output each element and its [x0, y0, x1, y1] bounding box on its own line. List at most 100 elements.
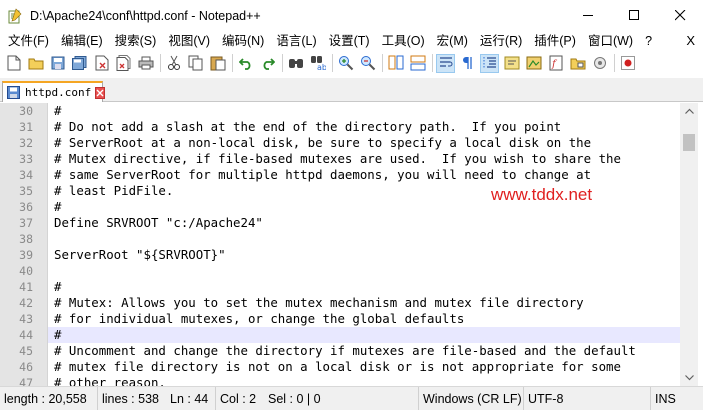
- line-number: 45: [19, 344, 33, 358]
- close-icon[interactable]: [92, 54, 111, 73]
- notepad-plus-plus-icon: [7, 7, 23, 24]
- status-encoding[interactable]: UTF-8: [524, 386, 651, 410]
- menu-encoding[interactable]: 编码(N): [216, 31, 270, 51]
- code-line[interactable]: # for individual mutexes, or change the …: [48, 311, 680, 327]
- status-lines: lines : 538: [102, 391, 159, 406]
- code-line[interactable]: # other reason.: [48, 375, 680, 386]
- line-number: 41: [19, 280, 33, 294]
- toolbar: ab f: [0, 51, 703, 75]
- print-icon[interactable]: [136, 54, 155, 73]
- copy-icon[interactable]: [186, 54, 205, 73]
- tab-httpd-conf[interactable]: httpd.conf: [2, 81, 106, 102]
- doc-map-icon[interactable]: [524, 54, 543, 73]
- menu-plugins[interactable]: 插件(P): [528, 31, 582, 51]
- line-number: 36: [19, 200, 33, 214]
- cut-icon[interactable]: [164, 54, 183, 73]
- redo-icon[interactable]: [258, 54, 277, 73]
- sync-horizontal-icon[interactable]: [408, 54, 427, 73]
- folder-workspace-icon[interactable]: [568, 54, 587, 73]
- line-number: 37: [19, 216, 33, 230]
- line-number: 35: [19, 184, 33, 198]
- line-number: 33: [19, 152, 33, 166]
- scroll-down-arrow-icon[interactable]: [680, 370, 698, 386]
- menu-edit[interactable]: 编辑(E): [55, 31, 109, 51]
- code-line[interactable]: Define SRVROOT "c:/Apache24": [48, 215, 680, 231]
- open-file-icon[interactable]: [26, 54, 45, 73]
- menu-search[interactable]: 搜索(S): [109, 31, 163, 51]
- toolbar-separator: [160, 54, 161, 72]
- code-line[interactable]: # same ServerRoot for multiple httpd dae…: [48, 167, 680, 183]
- new-file-icon[interactable]: [4, 54, 23, 73]
- vertical-scrollbar[interactable]: [680, 103, 698, 386]
- menu-file[interactable]: 文件(F): [2, 31, 55, 51]
- code-line[interactable]: #: [48, 103, 680, 119]
- save-all-icon[interactable]: [70, 54, 89, 73]
- line-number: 30: [19, 104, 33, 118]
- zoom-out-icon[interactable]: [358, 54, 377, 73]
- show-all-chars-icon[interactable]: [458, 54, 477, 73]
- code-line[interactable]: [48, 231, 680, 247]
- code-line[interactable]: # Mutex directive, if file-based mutexes…: [48, 151, 680, 167]
- sync-vertical-icon[interactable]: [386, 54, 405, 73]
- code-line[interactable]: # mutex file directory is not on a local…: [48, 359, 680, 375]
- paste-icon[interactable]: [208, 54, 227, 73]
- title-bar: D:\Apache24\conf\httpd.conf - Notepad++: [0, 0, 703, 31]
- status-eol-format[interactable]: Windows (CR LF): [419, 386, 524, 410]
- menu-view[interactable]: 视图(V): [162, 31, 216, 51]
- close-document-button[interactable]: X: [686, 31, 695, 51]
- menu-language[interactable]: 语言(L): [270, 31, 322, 51]
- scroll-up-arrow-icon[interactable]: [680, 103, 698, 119]
- code-line[interactable]: # ServerRoot at a non-local disk, be sur…: [48, 135, 680, 151]
- menu-window[interactable]: 窗口(W): [582, 31, 639, 51]
- close-window-button[interactable]: [657, 0, 703, 31]
- watermark-text: www.tddx.net: [491, 185, 593, 204]
- line-number: 32: [19, 136, 33, 150]
- menu-help[interactable]: ?: [639, 31, 658, 51]
- indent-guide-icon[interactable]: [480, 53, 499, 73]
- replace-icon[interactable]: ab: [308, 54, 327, 73]
- record-macro-icon[interactable]: [618, 54, 637, 73]
- menu-macro[interactable]: 宏(M): [431, 31, 474, 51]
- scrollbar-thumb[interactable]: [683, 134, 695, 151]
- menu-run[interactable]: 运行(R): [474, 31, 528, 51]
- code-line[interactable]: # Mutex: Allows you to set the mutex mec…: [48, 295, 680, 311]
- line-number: 42: [19, 296, 33, 310]
- status-bar: length : 20,558 lines : 538 Ln : 44 Col …: [0, 386, 703, 410]
- code-line[interactable]: #: [48, 279, 680, 295]
- code-line[interactable]: #: [48, 327, 680, 343]
- line-number: 40: [19, 264, 33, 278]
- line-number: 34: [19, 168, 33, 182]
- maximize-button[interactable]: [611, 0, 657, 31]
- line-number: 39: [19, 248, 33, 262]
- undo-icon[interactable]: [236, 54, 255, 73]
- menu-settings[interactable]: 设置(T): [323, 31, 376, 51]
- find-icon[interactable]: [286, 54, 305, 73]
- save-icon[interactable]: [48, 54, 67, 73]
- status-length: length : 20,558: [0, 386, 98, 410]
- line-number: 38: [19, 232, 33, 246]
- code-line[interactable]: # Do not add a slash at the end of the d…: [48, 119, 680, 135]
- menu-tools[interactable]: 工具(O): [376, 31, 431, 51]
- line-number: 44: [19, 328, 33, 342]
- status-column: Col : 2: [220, 391, 257, 406]
- line-number: 31: [19, 120, 33, 134]
- toolbar-separator: [282, 54, 283, 72]
- zoom-in-icon[interactable]: [336, 54, 355, 73]
- toolbar-separator: [332, 54, 333, 72]
- code-line[interactable]: # Uncomment and change the directory if …: [48, 343, 680, 359]
- editor-area[interactable]: 30 31 32 33 34 35 36 37 38 39 40 41 42 43 44 45 46 47 # # …: [0, 103, 703, 386]
- code-line[interactable]: [48, 263, 680, 279]
- monitoring-icon[interactable]: [590, 54, 609, 73]
- close-all-icon[interactable]: [114, 54, 133, 73]
- status-line-number: Ln : 44: [166, 386, 216, 410]
- tab-close-icon[interactable]: [95, 86, 106, 99]
- code-text-area[interactable]: # # Do not add a slash at the end of the …: [48, 103, 680, 386]
- function-list-icon[interactable]: f: [546, 54, 565, 73]
- line-number-gutter: 30 31 32 33 34 35 36 37 38 39 40 41 42 43 44 45 46 47: [0, 103, 48, 386]
- menu-bar: 文件(F) 编辑(E) 搜索(S) 视图(V) 编码(N) 语言(L) 设置(T…: [0, 31, 703, 51]
- udl-icon[interactable]: [502, 54, 521, 73]
- toolbar-separator: [382, 54, 383, 72]
- code-line[interactable]: ServerRoot "${SRVROOT}": [48, 247, 680, 263]
- word-wrap-icon[interactable]: [436, 53, 455, 73]
- minimize-button[interactable]: [565, 0, 611, 31]
